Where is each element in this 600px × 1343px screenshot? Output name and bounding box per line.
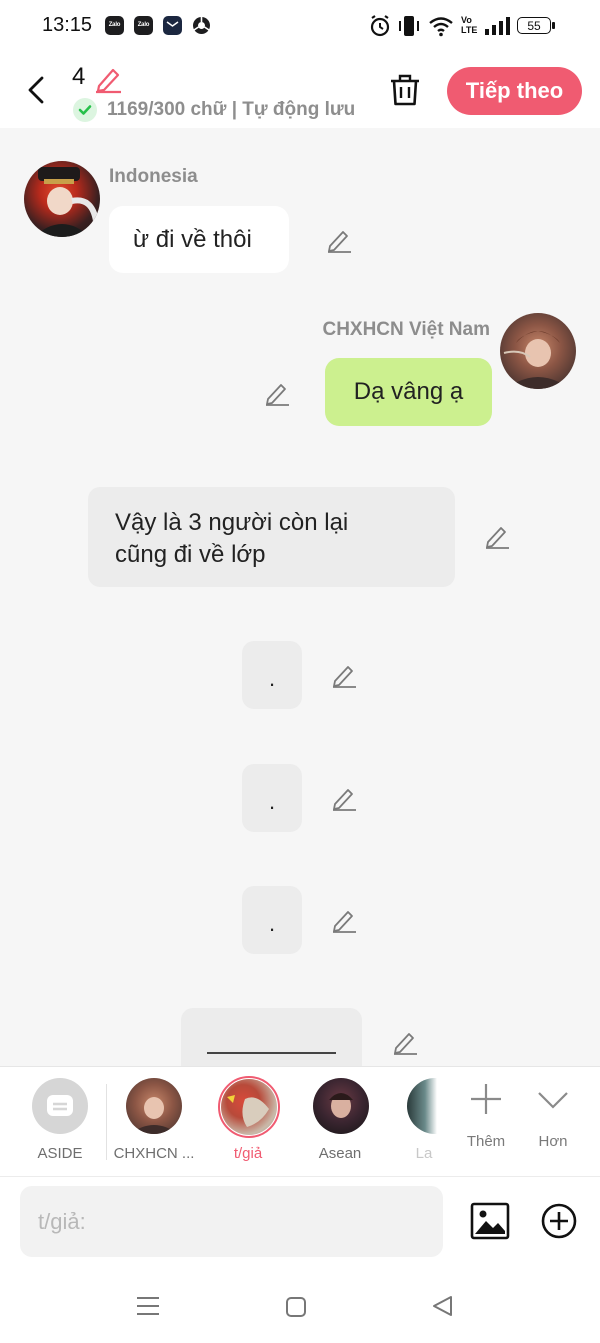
back-button[interactable] [22,74,54,106]
chevron-left-icon [28,76,44,104]
avatar-vietnam[interactable] [500,313,576,389]
chevron-down-icon [538,1092,568,1109]
narration-line: cũng đi về lớp [115,541,266,568]
character-label-selected: t/giả [233,1145,263,1162]
avatar-indonesia[interactable] [24,161,100,237]
character-avatar-author[interactable] [221,1079,277,1135]
narration-bubble[interactable] [181,1008,362,1066]
add-character-button[interactable] [468,1081,504,1117]
pencil-icon [486,527,509,549]
vibrate-icon [397,14,421,43]
pencil-icon [96,68,121,94]
more-characters-button[interactable] [535,1083,571,1115]
chapter-number: 4 [72,63,86,90]
edit-message-button[interactable] [330,784,358,812]
narration-bubble[interactable]: . [242,641,302,709]
system-back-button[interactable] [431,1294,455,1318]
character-avatar-vietnam[interactable] [126,1078,182,1134]
plus-circle-icon [541,1203,577,1239]
browser-icon [192,16,211,35]
divider-line [207,1052,336,1054]
narration-bubble[interactable]: . [242,886,302,954]
home-button[interactable] [285,1296,307,1318]
message-input[interactable] [20,1186,443,1257]
pencil-icon [394,1033,417,1055]
image-icon [470,1202,510,1240]
edit-message-button[interactable] [263,379,291,407]
wifi-icon [428,14,454,43]
recent-apps-button[interactable] [136,1294,160,1318]
saved-check-icon [73,98,97,122]
speaker-name: Indonesia [109,166,198,187]
edit-message-button[interactable] [330,906,358,934]
edit-message-button[interactable] [325,226,353,254]
aside-character-button[interactable] [32,1078,88,1134]
alarm-icon [369,14,391,43]
insert-image-button[interactable] [470,1201,510,1241]
add-more-button[interactable] [540,1202,578,1240]
character-label: CHXHCN ... [113,1145,195,1162]
separator [106,1084,107,1160]
pencil-icon [328,231,351,253]
chat-bubble-icon [47,1095,73,1116]
edit-message-button[interactable] [391,1028,419,1056]
character-label: Asean [318,1145,362,1162]
pencil-icon [333,666,356,688]
zalo-icon: Zalo [105,16,124,35]
add-character-label: Thêm [466,1133,506,1150]
delete-button[interactable] [386,72,424,108]
narration-line: Vậy là 3 người còn lại [115,509,349,536]
message-bubble[interactable]: ừ đi về thôi [109,206,289,273]
menu-icon [137,1297,159,1315]
battery-indicator: 55 [517,17,551,34]
zalo-icon: Zalo [134,16,153,35]
narration-bubble[interactable]: Vậy là 3 người còn lại cũng đi về lớp [88,487,455,587]
word-count-status: 1169/300 chữ | Tự động lưu [107,99,356,120]
more-characters-label: Hơn [538,1133,568,1150]
volte-icon: Vo LTE [461,15,478,35]
edit-title-button[interactable] [93,64,123,99]
status-time: 13:15 [42,14,93,36]
character-label: La [415,1145,433,1162]
pencil-icon [266,384,289,406]
pencil-icon [333,789,356,811]
square-icon [286,1297,306,1317]
character-label: ASIDE [37,1145,83,1162]
speaker-name: CHXHCN Việt Nam [322,319,490,340]
mail-icon [163,16,182,35]
battery-tip [552,22,555,29]
next-button[interactable]: Tiếp theo [447,67,582,115]
character-avatar-asean[interactable] [313,1078,369,1134]
signal-icon [483,14,511,43]
narration-bubble[interactable]: . [242,764,302,832]
pencil-icon [333,911,356,933]
trash-icon [391,74,419,106]
plus-icon [471,1084,501,1114]
triangle-back-icon [433,1296,452,1316]
edit-message-button[interactable] [330,661,358,689]
edit-message-button[interactable] [483,522,511,550]
message-bubble[interactable]: Dạ vâng ạ [325,358,492,426]
